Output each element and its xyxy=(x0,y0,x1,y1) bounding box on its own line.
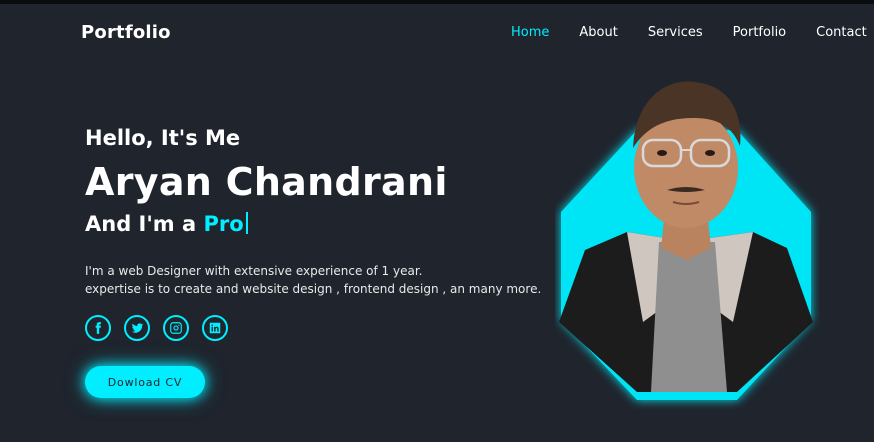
greeting: Hello, It's Me xyxy=(85,126,241,150)
instagram-icon xyxy=(170,322,182,334)
nav-services[interactable]: Services xyxy=(648,26,703,40)
role-prefix: And I'm a xyxy=(85,212,197,236)
role-line: And I'm a Pro xyxy=(85,210,545,238)
linkedin-icon xyxy=(209,322,221,334)
person-name: Aryan Chandrani xyxy=(85,160,448,204)
typed-role: Pro xyxy=(203,212,244,236)
site-header: Portfolio Home About Services Portfolio … xyxy=(0,4,874,60)
facebook-icon xyxy=(95,322,101,334)
twitter-icon xyxy=(131,323,144,333)
download-cv-button[interactable]: Dowload CV xyxy=(85,366,205,398)
portfolio-page: Portfolio Home About Services Portfolio … xyxy=(0,0,874,442)
hero-text: Hello, It's Me Aryan Chandrani And I'm a… xyxy=(85,124,545,298)
site-logo[interactable]: Portfolio xyxy=(81,22,171,43)
main-nav: Home About Services Portfolio Contact xyxy=(511,26,867,40)
facebook-link[interactable] xyxy=(85,315,111,341)
profile-image xyxy=(559,81,813,400)
linkedin-link[interactable] xyxy=(202,315,228,341)
left-eye xyxy=(657,150,667,156)
tshirt-shape xyxy=(651,242,727,392)
description-line: expertise is to create and website desig… xyxy=(85,282,542,296)
nav-home[interactable]: Home xyxy=(511,26,549,40)
description: I'm a web Designer with extensive experi… xyxy=(85,262,545,298)
social-links xyxy=(85,315,228,341)
right-eye xyxy=(705,150,715,156)
typing-caret xyxy=(245,212,248,234)
instagram-link[interactable] xyxy=(163,315,189,341)
description-line: I'm a web Designer with extensive experi… xyxy=(85,264,423,278)
nav-portfolio[interactable]: Portfolio xyxy=(733,26,786,40)
nav-contact[interactable]: Contact xyxy=(816,26,867,40)
twitter-link[interactable] xyxy=(124,315,150,341)
nav-about[interactable]: About xyxy=(579,26,617,40)
